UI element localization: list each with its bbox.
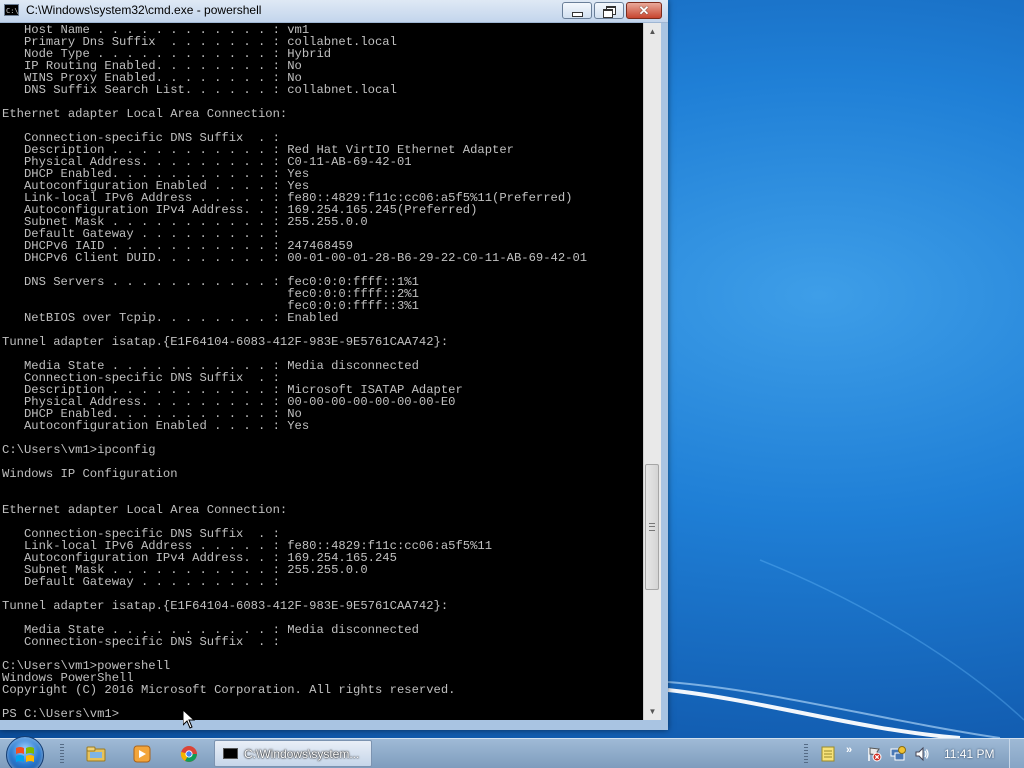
console-icon[interactable]: C:\ [4, 4, 19, 16]
vertical-scrollbar[interactable]: ▲ ▼ [643, 23, 661, 720]
window-bottom-border [0, 720, 668, 730]
taskbar-item-cmd[interactable]: C:\Windows\system... [214, 740, 372, 767]
title-bar[interactable]: C:\ C:\Windows\system32\cmd.exe - powers… [0, 0, 668, 23]
console-line: Connection-specific DNS Suffix . : [2, 635, 280, 649]
console-line: Tunnel adapter isatap.{E1F64104-6083-412… [2, 599, 449, 613]
taskbar-item-label: C:\Windows\system... [244, 747, 360, 761]
start-button[interactable] [6, 736, 44, 768]
media-player-icon[interactable] [124, 742, 160, 766]
mouse-pointer-icon [183, 710, 195, 729]
console-line: Ethernet adapter Local Area Connection: [2, 107, 288, 121]
restore-button[interactable] [594, 2, 624, 19]
console-line: Tunnel adapter isatap.{E1F64104-6083-412… [2, 335, 449, 349]
console-line: PS C:\Users\vm1> [2, 707, 120, 720]
cmd-window[interactable]: C:\ C:\Windows\system32\cmd.exe - powers… [0, 0, 668, 730]
console-line: Ethernet adapter Local Area Connection: [2, 503, 288, 517]
minimize-button[interactable] [562, 2, 592, 19]
network-icon[interactable] [890, 746, 906, 762]
console-line: DHCPv6 Client DUID. . . . . . . . : 00-0… [2, 251, 588, 265]
console-icon [223, 748, 238, 759]
thumb-grip-icon [649, 523, 655, 531]
taskbar-grip[interactable] [60, 744, 64, 764]
tray-grip[interactable] [804, 744, 808, 764]
window-title: C:\Windows\system32\cmd.exe - powershell [26, 3, 262, 17]
taskbar: C:\Windows\system... » 11:41 PM [0, 736, 1024, 768]
console-text: Host Name . . . . . . . . . . . . : vm1 … [0, 23, 643, 720]
close-button[interactable]: ✕ [626, 2, 662, 19]
console-line: C:\Users\vm1>ipconfig [2, 443, 156, 457]
scroll-thumb[interactable] [645, 464, 659, 590]
windows-logo-icon [16, 747, 34, 762]
show-desktop-button[interactable] [1009, 739, 1024, 768]
console-line: Default Gateway . . . . . . . . . : [2, 575, 280, 589]
notes-icon[interactable] [820, 746, 836, 762]
system-clock[interactable]: 11:41 PM [944, 747, 994, 761]
console-line: Copyright (C) 2016 Microsoft Corporation… [2, 683, 456, 697]
file-explorer-icon[interactable] [78, 742, 114, 766]
restore-icon [603, 5, 616, 18]
show-hidden-icons-chevron[interactable]: » [846, 744, 852, 756]
volume-icon[interactable] [914, 746, 930, 762]
scroll-up-arrow-icon[interactable]: ▲ [644, 23, 661, 40]
console-line: Autoconfiguration Enabled . . . . : Yes [2, 419, 310, 433]
console-line: NetBIOS over Tcpip. . . . . . . . : Enab… [2, 311, 339, 325]
minimize-icon [571, 11, 583, 17]
action-center-flag-icon[interactable] [866, 746, 882, 762]
scroll-down-arrow-icon[interactable]: ▼ [644, 703, 661, 720]
close-icon: ✕ [638, 3, 650, 18]
chrome-browser-icon[interactable] [171, 742, 207, 766]
console-line: DNS Suffix Search List. . . . . . : coll… [2, 83, 397, 97]
console-line: Windows IP Configuration [2, 467, 178, 481]
console-output[interactable]: Host Name . . . . . . . . . . . . : vm1 … [0, 23, 643, 720]
